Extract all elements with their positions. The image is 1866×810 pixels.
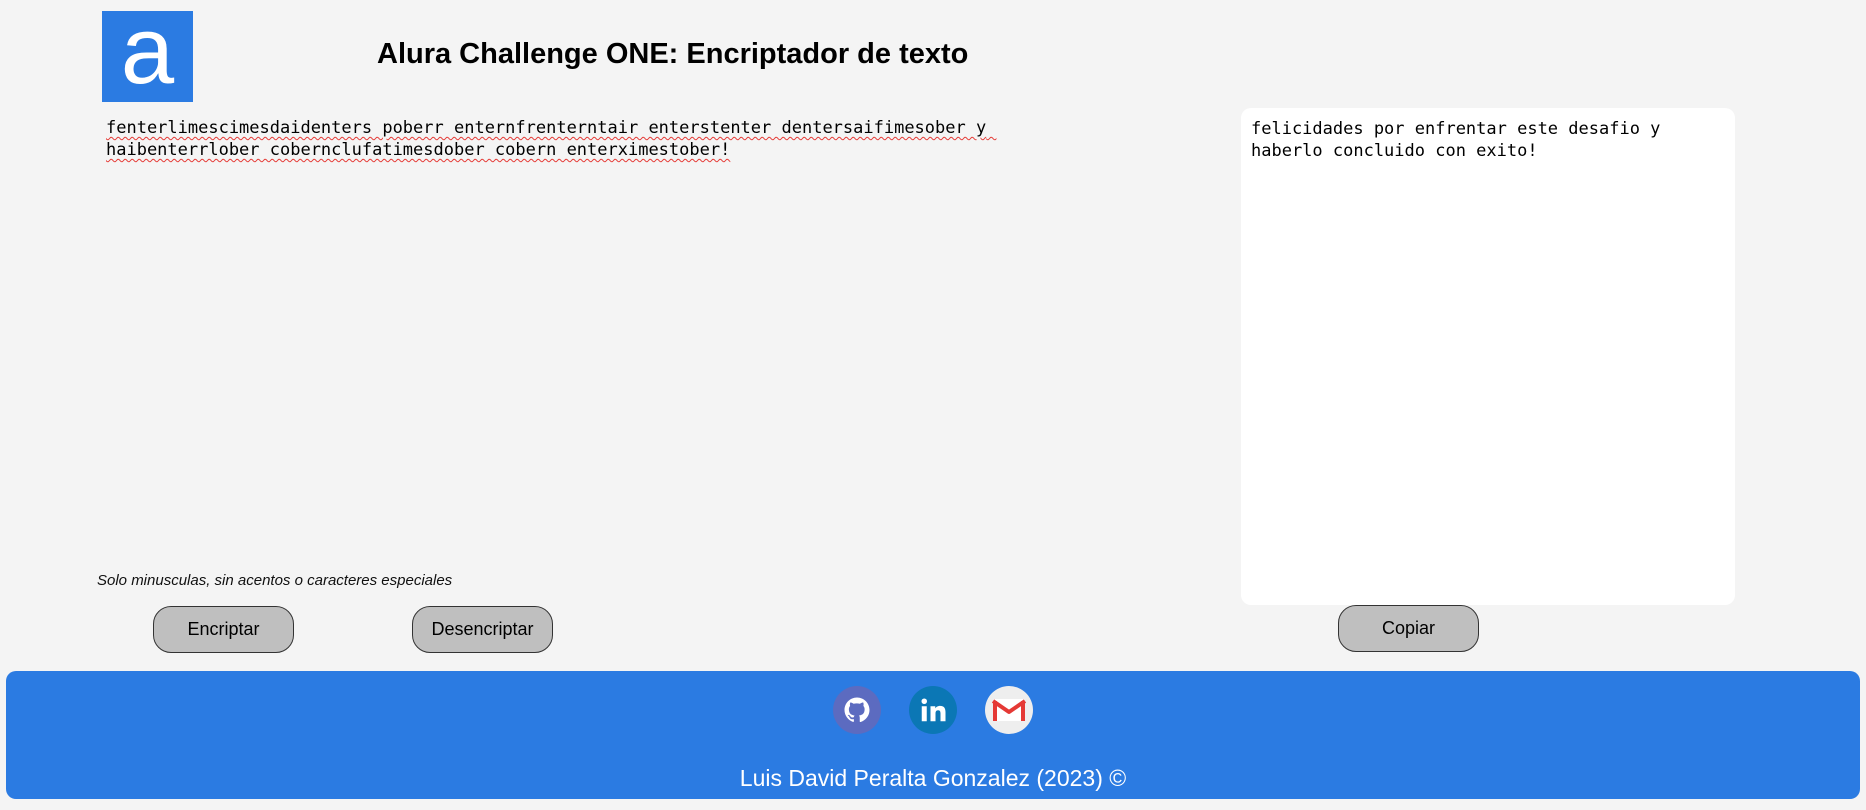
footer: Luis David Peralta Gonzalez (2023) © xyxy=(6,671,1860,799)
encrypt-button[interactable]: Encriptar xyxy=(153,606,294,653)
logo-letter: a xyxy=(120,0,175,104)
copy-button[interactable]: Copiar xyxy=(1338,605,1479,652)
alura-logo: a xyxy=(102,2,193,102)
social-links xyxy=(6,686,1860,734)
linkedin-icon[interactable] xyxy=(909,686,957,734)
github-icon[interactable] xyxy=(833,686,881,734)
gmail-icon[interactable] xyxy=(985,686,1033,734)
text-input[interactable]: fenterlimescimesdaidenters poberr entern… xyxy=(98,109,1028,554)
footer-credit: Luis David Peralta Gonzalez (2023) © xyxy=(739,765,1127,791)
decrypt-button[interactable]: Desencriptar xyxy=(412,606,553,653)
page-title: Alura Challenge ONE: Encriptador de text… xyxy=(377,38,969,70)
output-text: felicidades por enfrentar este desafio y… xyxy=(1241,108,1735,605)
input-hint: Solo minusculas, sin acentos o caractere… xyxy=(97,572,453,589)
